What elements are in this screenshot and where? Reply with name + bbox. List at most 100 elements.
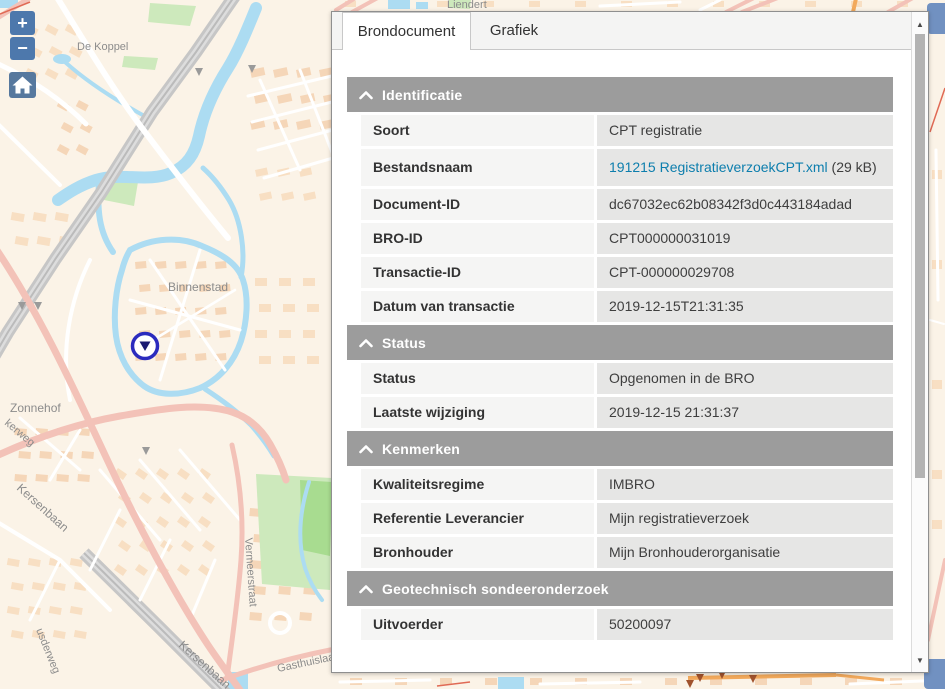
map-building: [215, 307, 227, 315]
section-header-kenmerken[interactable]: Kenmerken: [347, 431, 893, 466]
table-row-kwaliteitsregime: KwaliteitsregimeIMBRO: [361, 469, 893, 500]
tab-brondocument[interactable]: Brondocument: [342, 12, 471, 50]
map-park: [148, 3, 196, 26]
map-building: [279, 278, 291, 286]
map-building: [307, 356, 319, 364]
map-control-top-right[interactable]: [927, 3, 945, 34]
chevron-up-icon: [359, 444, 373, 454]
map-road: [540, 682, 640, 684]
map-building: [195, 353, 207, 361]
map-label: Zonnehof: [10, 401, 61, 415]
row-value: Mijn registratieverzoek: [597, 503, 893, 534]
map-water: [388, 0, 410, 9]
map-building: [175, 353, 187, 361]
scrollbar-thumb[interactable]: [915, 34, 925, 478]
map-road: [340, 680, 430, 682]
section-header-geotechnisch-sondeeronderzoek[interactable]: Geotechnisch sondeeronderzoek: [347, 571, 893, 606]
map-building: [932, 470, 942, 479]
map-building: [805, 1, 816, 7]
map-building: [932, 380, 942, 389]
row-value: dc67032ec62b08342f3d0c443184adad: [597, 189, 893, 220]
table-row-bro-id: BRO-IDCPT000000031019: [361, 223, 893, 254]
map-building: [259, 304, 271, 312]
map-building: [175, 261, 187, 269]
map-building: [665, 678, 677, 685]
row-value: IMBRO: [597, 469, 893, 500]
map-building: [249, 612, 262, 621]
map-building: [35, 474, 48, 482]
section-rows: Uitvoerder50200097: [361, 609, 893, 640]
map-building: [219, 330, 231, 338]
map-building: [81, 451, 94, 459]
map-building: [215, 261, 227, 269]
row-label: Status: [361, 363, 594, 394]
map-building: [303, 278, 315, 286]
map-building: [575, 1, 586, 7]
map-pond: [53, 54, 71, 64]
table-row-transactie-id: Transactie-IDCPT-000000029708: [361, 257, 893, 288]
section-title: Identificatie: [382, 87, 462, 103]
map-building: [800, 678, 812, 685]
map-label: Binnenstad: [168, 280, 228, 294]
map-building: [77, 474, 90, 482]
map-building: [283, 304, 295, 312]
table-row-datum-van-transactie: Datum van transactie2019-12-15T21:31:35: [361, 291, 893, 322]
row-label: Soort: [361, 115, 594, 146]
row-value: 50200097: [597, 609, 893, 640]
map-water: [498, 677, 524, 689]
section-title: Kenmerken: [382, 441, 460, 457]
section-title: Geotechnisch sondeeronderzoek: [382, 581, 609, 597]
row-label: Bronhouder: [361, 537, 594, 568]
row-label: Kwaliteitsregime: [361, 469, 594, 500]
chevron-up-icon: [359, 338, 373, 348]
panel-content: Identificatie SoortCPT registratieBestand…: [332, 50, 911, 640]
row-value: Mijn Bronhouderorganisatie: [597, 537, 893, 568]
map-building: [259, 356, 271, 364]
map-road: [936, 150, 938, 300]
row-value: 2019-12-15 21:31:37: [597, 397, 893, 428]
map-building: [56, 474, 69, 482]
map-building: [279, 330, 291, 338]
map-building: [307, 304, 319, 312]
tab-bar: Brondocument Grafiek: [332, 12, 911, 50]
section-title: Status: [382, 335, 426, 351]
row-label: Referentie Leverancier: [361, 503, 594, 534]
row-value: CPT registratie: [597, 115, 893, 146]
map-building: [485, 678, 497, 685]
map-building: [755, 678, 767, 685]
row-label: Document-ID: [361, 189, 594, 220]
section-header-status[interactable]: Status: [347, 325, 893, 360]
row-value: CPT-000000029708: [597, 257, 893, 288]
row-label: Laatste wijziging: [361, 397, 594, 428]
table-row-bestandsnaam: Bestandsnaam 191215 RegistratieverzoekCPT…: [361, 149, 893, 186]
chevron-up-icon: [359, 584, 373, 594]
map-building: [14, 474, 27, 482]
map-water: [416, 2, 428, 9]
map-building: [529, 1, 540, 7]
scrollbar-up-arrow[interactable]: ▲: [912, 16, 928, 32]
panel-main: Brondocument Grafiek IdentificatieSoortC…: [332, 12, 911, 672]
map-building: [303, 330, 315, 338]
table-row-laatste-wijziging: Laatste wijziging2019-12-15 21:31:37: [361, 397, 893, 428]
map-label: Liendert: [447, 0, 487, 11]
minus-icon: −: [17, 38, 28, 58]
row-value: CPT000000031019: [597, 223, 893, 254]
plus-icon: +: [17, 13, 28, 33]
table-row-soort: SoortCPT registratie: [361, 115, 893, 146]
map-building: [299, 612, 312, 621]
map-building: [135, 307, 147, 315]
file-download-link[interactable]: 191215 RegistratieverzoekCPT.xml: [609, 159, 828, 175]
table-row-uitvoerder: Uitvoerder50200097: [361, 609, 893, 640]
scrollbar-down-arrow[interactable]: ▼: [912, 652, 928, 668]
map-building: [283, 356, 295, 364]
row-label: Bestandsnaam: [361, 149, 594, 186]
row-label: BRO-ID: [361, 223, 594, 254]
table-row-bronhouder: BronhouderMijn Bronhouderorganisatie: [361, 537, 893, 568]
row-label: Uitvoerder: [361, 609, 594, 640]
row-value: 2019-12-15T21:31:35: [597, 291, 893, 322]
panel-scrollbar[interactable]: ▲ ▼: [911, 12, 928, 672]
section-header-identificatie[interactable]: Identificatie: [347, 77, 893, 112]
tab-grafiek[interactable]: Grafiek: [471, 12, 557, 49]
row-value: Opgenomen in de BRO: [597, 363, 893, 394]
map-building: [255, 330, 267, 338]
